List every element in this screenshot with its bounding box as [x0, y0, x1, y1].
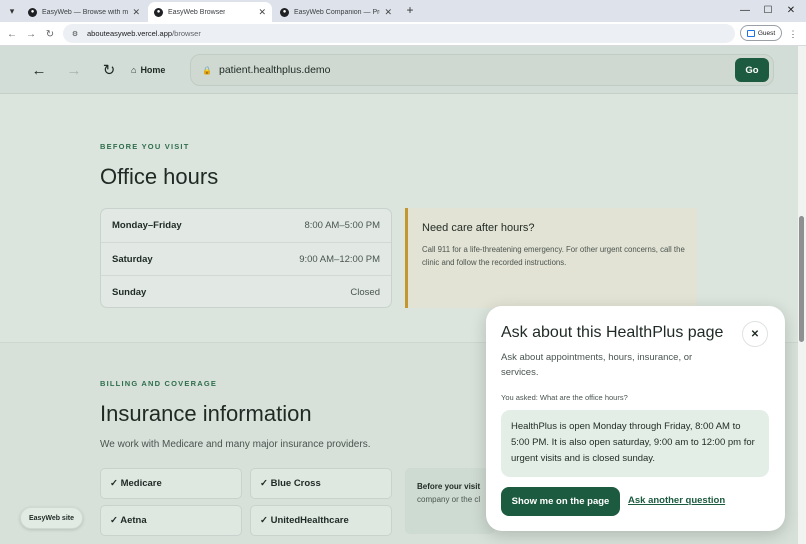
- answer-bubble: HealthPlus is open Monday through Friday…: [501, 410, 769, 477]
- demo-browser-bar: ← → ↻ ⌂ Home 🔒 patient.healthplus.demo G…: [0, 46, 798, 94]
- tab-close-icon[interactable]: ✕: [128, 7, 140, 18]
- easyweb-favicon-icon: ●: [280, 7, 289, 17]
- tab-easyweb-browser[interactable]: ● EasyWeb Browser ✕: [148, 2, 272, 22]
- demo-forward-button[interactable]: →: [59, 58, 89, 82]
- insurance-provider-item: ✓ Blue Cross: [250, 468, 392, 499]
- browser-forward-icon[interactable]: →: [23, 26, 39, 42]
- before-visit-title: Before your visit: [417, 482, 481, 491]
- close-icon[interactable]: ✕: [742, 321, 768, 347]
- address-path: /browser: [172, 29, 201, 38]
- dialog-title: Ask about this HealthPlus page: [501, 324, 724, 341]
- profile-icon: [746, 29, 755, 37]
- tab-title: EasyWeb Companion — Protot…: [294, 8, 380, 16]
- tab-easyweb-companion[interactable]: ● EasyWeb Companion — Protot… ✕: [274, 2, 398, 22]
- hours-row: Monday–Friday 8:00 AM–5:00 PM: [101, 209, 391, 242]
- tab-strip: ▾ ● EasyWeb — Browse with more… ✕ ● Easy…: [0, 0, 806, 22]
- asked-question: You asked: What are the office hours?: [501, 393, 628, 402]
- before-visit-body: company or the cl: [417, 495, 481, 504]
- demo-url-text: patient.healthplus.demo: [219, 64, 331, 76]
- profile-label: Guest: [757, 29, 776, 37]
- tab-search-icon[interactable]: ▾: [4, 3, 20, 19]
- home-label: Home: [140, 65, 166, 75]
- insurance-intro: We work with Medicare and many major ins…: [100, 439, 371, 450]
- go-button[interactable]: Go: [735, 58, 769, 82]
- easyweb-favicon-icon: ●: [154, 7, 163, 17]
- ask-dialog: Ask about this HealthPlus page ✕ Ask abo…: [486, 306, 785, 531]
- address-url: abouteasyweb.vercel.app/browser: [87, 29, 201, 38]
- scrollbar-thumb[interactable]: [799, 216, 804, 342]
- easyweb-favicon-icon: ●: [28, 7, 37, 17]
- office-hours-eyebrow: BEFORE YOU VISIT: [100, 142, 190, 151]
- dialog-subtitle: Ask about appointments, hours, insurance…: [501, 352, 693, 378]
- after-hours-title: Need care after hours?: [422, 222, 535, 234]
- hours-time: 9:00 AM–12:00 PM: [299, 253, 380, 265]
- hours-row: Saturday 9:00 AM–12:00 PM: [101, 242, 391, 275]
- window-close-icon[interactable]: ✕: [784, 3, 798, 17]
- insurance-title: Insurance information: [100, 401, 312, 426]
- hours-day: Monday–Friday: [112, 220, 182, 231]
- browser-toolbar: ← → ↻ ⚙ abouteasyweb.vercel.app/browser …: [0, 22, 806, 46]
- billing-eyebrow: BILLING AND COVERAGE: [100, 379, 218, 388]
- hours-day: Sunday: [112, 286, 147, 298]
- demo-home-button[interactable]: ⌂ Home: [131, 58, 165, 82]
- browser-reload-icon[interactable]: ↻: [42, 26, 58, 42]
- tab-title: EasyWeb Browser: [168, 8, 226, 16]
- demo-back-button[interactable]: ←: [24, 58, 54, 82]
- tab-title: EasyWeb — Browse with more…: [42, 8, 129, 16]
- site-info-icon[interactable]: ⚙: [69, 28, 81, 40]
- hours-row: Sunday Closed: [101, 275, 391, 308]
- profile-button[interactable]: Guest: [740, 25, 782, 41]
- new-tab-icon[interactable]: +: [403, 3, 417, 17]
- minimize-icon[interactable]: —: [738, 3, 752, 17]
- browser-menu-icon[interactable]: ⋮: [788, 26, 798, 42]
- tab-close-icon[interactable]: ✕: [254, 7, 266, 18]
- tab-easyweb-home[interactable]: ● EasyWeb — Browse with more… ✕: [22, 2, 146, 22]
- address-host: abouteasyweb.vercel.app: [87, 29, 173, 38]
- insurance-provider-item: ✓ UnitedHealthcare: [250, 505, 392, 536]
- demo-reload-button[interactable]: ↻: [94, 58, 124, 82]
- hours-time: 8:00 AM–5:00 PM: [304, 220, 380, 231]
- after-hours-body: Call 911 for a life-threatening emergenc…: [422, 245, 685, 267]
- page-viewport: ← → ↻ ⌂ Home 🔒 patient.healthplus.demo G…: [0, 46, 798, 544]
- lock-icon: 🔒: [202, 65, 212, 75]
- office-hours-title: Office hours: [100, 164, 219, 189]
- hours-day: Saturday: [112, 253, 153, 265]
- address-bar[interactable]: ⚙ abouteasyweb.vercel.app/browser: [63, 24, 735, 43]
- insurance-provider-item: ✓ Medicare: [100, 468, 242, 499]
- easyweb-site-button[interactable]: EasyWeb site: [20, 507, 83, 529]
- home-icon: ⌂: [131, 65, 137, 75]
- hours-time: Closed: [350, 286, 380, 298]
- browser-back-icon[interactable]: ←: [4, 26, 20, 42]
- before-visit-card: Before your visit company or the cl: [405, 468, 495, 534]
- tab-close-icon[interactable]: ✕: [380, 7, 392, 18]
- demo-url-field[interactable]: 🔒 patient.healthplus.demo Go: [190, 54, 774, 86]
- show-on-page-button[interactable]: Show me on the page: [501, 487, 620, 516]
- ask-another-link[interactable]: Ask another question: [628, 495, 725, 506]
- maximize-icon[interactable]: ☐: [761, 3, 775, 17]
- insurance-provider-item: ✓ Aetna: [100, 505, 242, 536]
- after-hours-callout: Need care after hours? Call 911 for a li…: [405, 208, 697, 308]
- office-hours-table: Monday–Friday 8:00 AM–5:00 PM Saturday 9…: [100, 208, 392, 308]
